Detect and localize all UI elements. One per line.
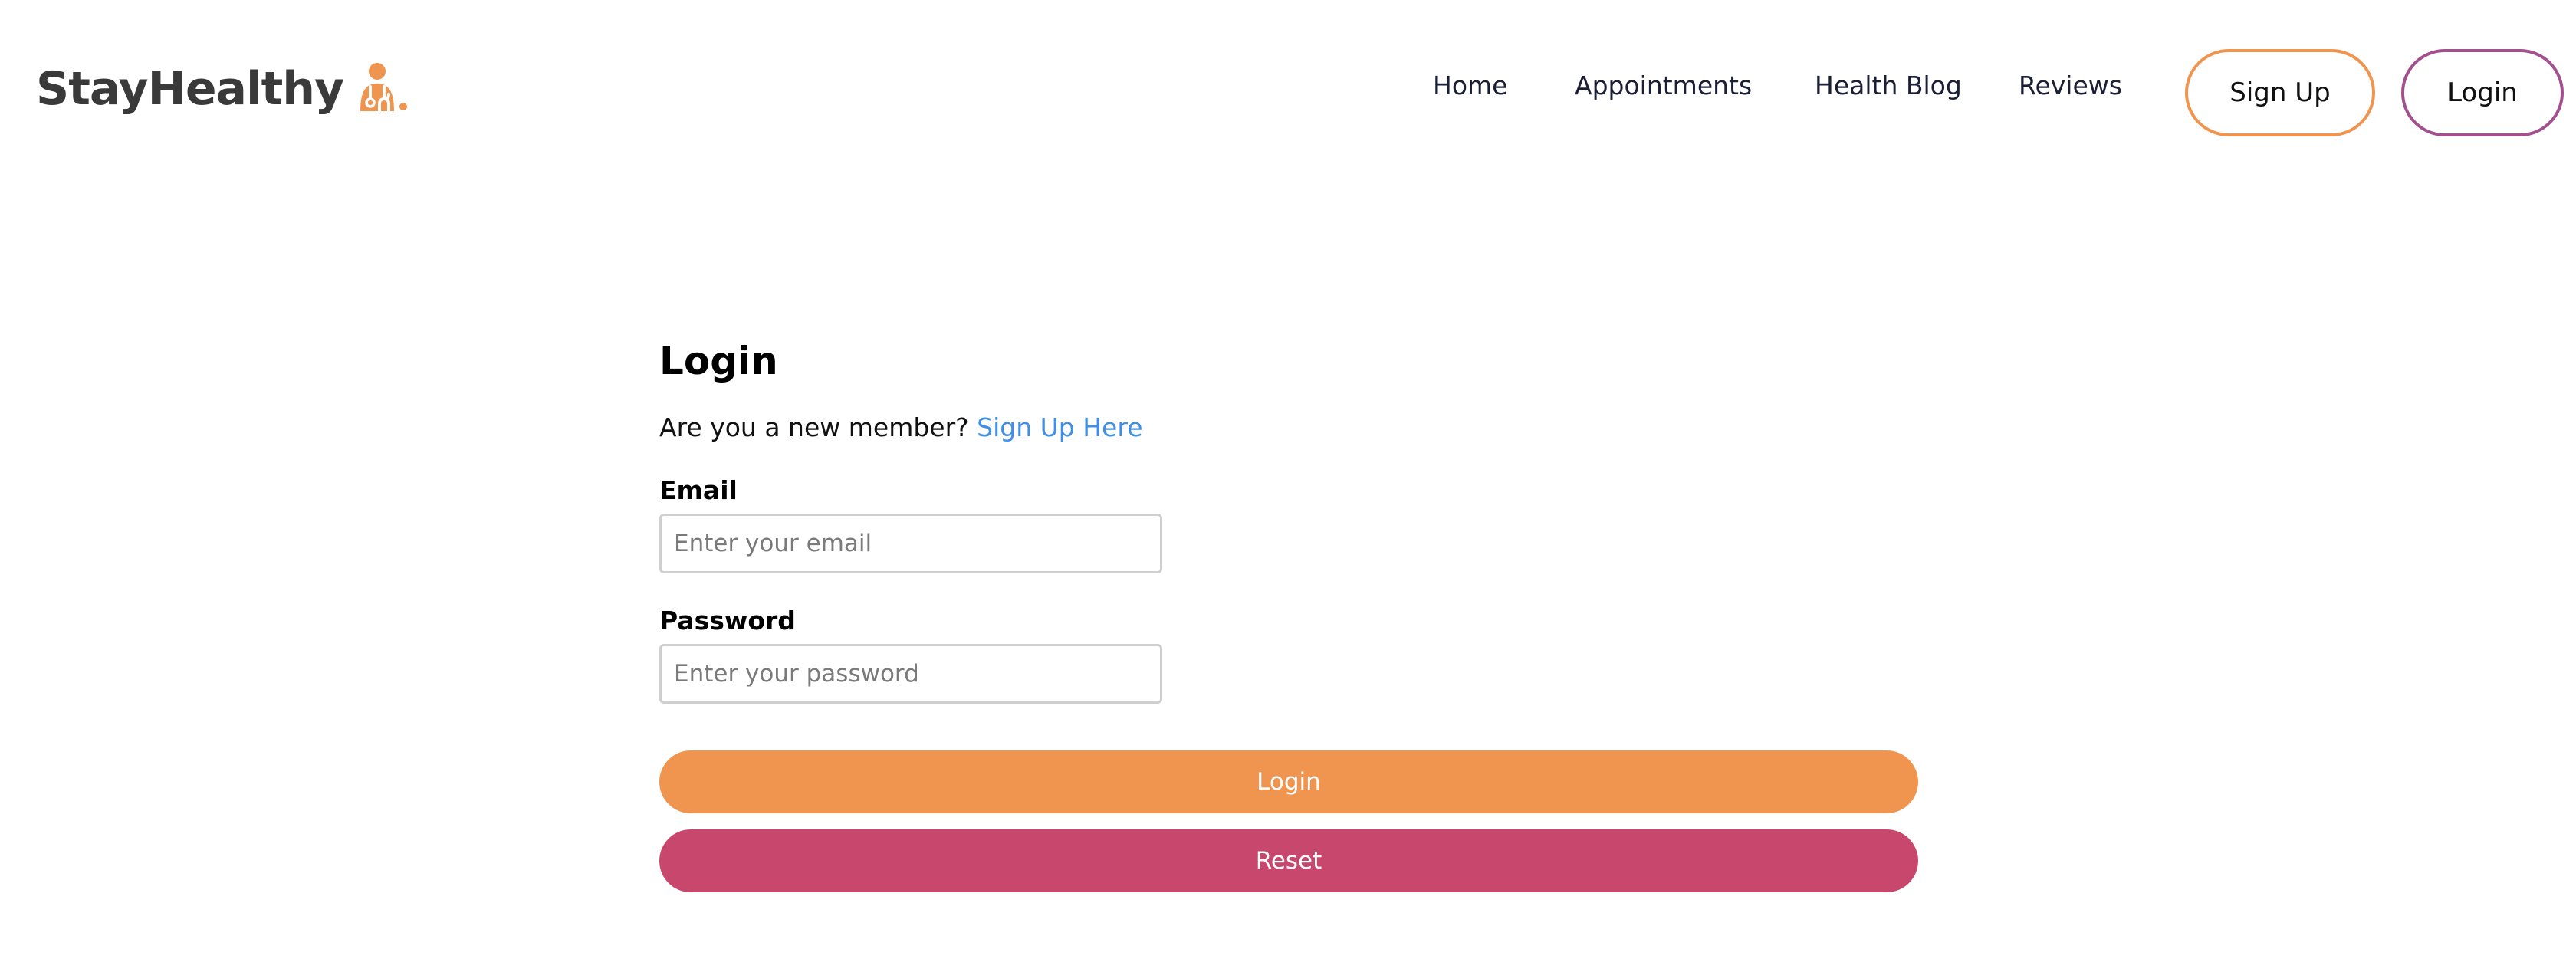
reset-button[interactable]: Reset: [659, 829, 1918, 892]
navbar: StayHealthy Home Appointments Health Blo…: [0, 0, 2576, 169]
signup-prompt-text: Are you a new member?: [659, 412, 969, 442]
nav-link-health-blog[interactable]: Health Blog: [1815, 64, 1962, 107]
email-label: Email: [659, 475, 738, 505]
nav-link-appointments[interactable]: Appointments: [1575, 64, 1752, 107]
signup-here-link[interactable]: Sign Up Here: [977, 412, 1142, 442]
signup-prompt: Are you a new member? Sign Up Here: [659, 406, 1143, 449]
login-nav-button[interactable]: Login: [2401, 49, 2564, 136]
signup-button[interactable]: Sign Up: [2185, 49, 2375, 136]
email-field[interactable]: [659, 514, 1162, 573]
password-field[interactable]: [659, 644, 1162, 704]
form-title: Login: [659, 339, 778, 383]
password-label: Password: [659, 606, 796, 635]
nav-link-home[interactable]: Home: [1433, 64, 1507, 107]
nav-link-reviews[interactable]: Reviews: [2019, 64, 2122, 107]
login-submit-button[interactable]: Login: [659, 750, 1918, 813]
